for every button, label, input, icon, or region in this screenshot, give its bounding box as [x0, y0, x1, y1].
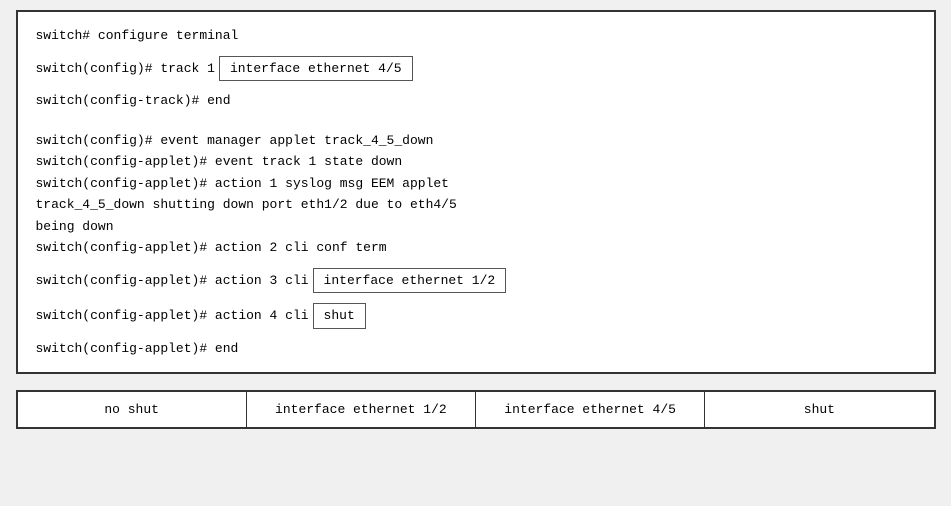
btn-no-shut[interactable]: no shut: [18, 392, 247, 427]
terminal-line-9: switch(config-applet)# action 2 cli conf…: [36, 238, 916, 258]
inline-box-ethernet-1-2[interactable]: interface ethernet 1/2: [313, 268, 507, 294]
terminal-text: switch(config-track)# end: [36, 91, 231, 111]
terminal-text: switch(config-applet)# action 4 cli: [36, 306, 309, 326]
terminal-line-10: switch(config-applet)# action 3 cli inte…: [36, 268, 916, 294]
terminal-line-11: switch(config-applet)# action 4 cli shut: [36, 303, 916, 329]
terminal-text: switch(config-applet)# action 1 syslog m…: [36, 174, 449, 194]
terminal-text: switch(config-applet)# event track 1 sta…: [36, 152, 403, 172]
terminal-text: switch(config)# track 1: [36, 59, 215, 79]
terminal-line-6: switch(config-applet)# action 1 syslog m…: [36, 174, 916, 194]
terminal-line-8: being down: [36, 217, 916, 237]
inline-box-shut[interactable]: shut: [313, 303, 366, 329]
terminal-line-12: switch(config-applet)# end: [36, 339, 916, 359]
terminal-line-2: switch(config)# track 1 interface ethern…: [36, 56, 916, 82]
terminal-line-3: switch(config-track)# end: [36, 91, 916, 111]
terminal-text: switch(config-applet)# action 2 cli conf…: [36, 238, 387, 258]
terminal-text: switch(config-applet)# action 3 cli: [36, 271, 309, 291]
terminal-line-5: switch(config-applet)# event track 1 sta…: [36, 152, 916, 172]
btn-shut[interactable]: shut: [705, 392, 933, 427]
bottom-button-bar: no shut interface ethernet 1/2 interface…: [16, 390, 936, 429]
terminal-text: being down: [36, 217, 114, 237]
terminal-text: switch# configure terminal: [36, 26, 239, 46]
terminal-line-4: switch(config)# event manager applet tra…: [36, 131, 916, 151]
terminal-text: track_4_5_down shutting down port eth1/2…: [36, 195, 457, 215]
btn-interface-ethernet-1-2[interactable]: interface ethernet 1/2: [247, 392, 476, 427]
terminal-panel: switch# configure terminal switch(config…: [16, 10, 936, 374]
inline-box-ethernet-4-5[interactable]: interface ethernet 4/5: [219, 56, 413, 82]
terminal-text: switch(config)# event manager applet tra…: [36, 131, 434, 151]
btn-interface-ethernet-4-5[interactable]: interface ethernet 4/5: [476, 392, 705, 427]
terminal-line-7: track_4_5_down shutting down port eth1/2…: [36, 195, 916, 215]
terminal-text: switch(config-applet)# end: [36, 339, 239, 359]
terminal-line-1: switch# configure terminal: [36, 26, 916, 46]
